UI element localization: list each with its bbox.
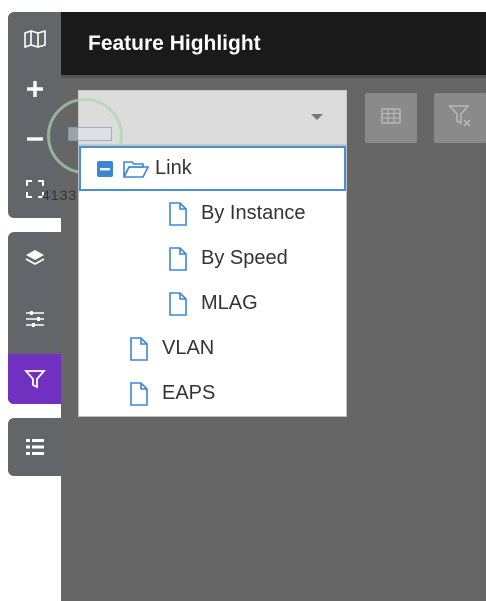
collapse-icon[interactable] <box>97 160 113 177</box>
file-icon <box>167 291 189 316</box>
map-node-label: 4133 <box>42 187 78 203</box>
tree-item-label: MLAG <box>201 292 258 314</box>
zoom-in-button[interactable] <box>8 64 61 114</box>
map-tools-group <box>8 232 61 404</box>
tree-item-vlan[interactable]: VLAN <box>79 326 346 371</box>
table-view-button[interactable] <box>365 93 417 143</box>
filter-button[interactable] <box>8 354 61 404</box>
file-icon <box>167 246 189 271</box>
tree-item-label: By Speed <box>201 247 288 269</box>
tree-item-by-speed[interactable]: By Speed <box>79 236 346 281</box>
clear-filter-button[interactable] <box>434 93 486 143</box>
tree-item-by-instance[interactable]: By Instance <box>79 191 346 236</box>
tree-item-mlag[interactable]: MLAG <box>79 281 346 326</box>
table-icon <box>381 107 401 129</box>
list-group <box>8 418 61 476</box>
zoom-in-icon <box>25 79 45 99</box>
map-node-box <box>68 127 112 141</box>
file-icon <box>128 381 150 406</box>
map-icon <box>23 29 46 49</box>
panel-title: Feature Highlight <box>88 32 261 55</box>
file-icon <box>167 201 189 226</box>
clear-filter-icon <box>447 103 473 134</box>
filter-icon <box>23 368 46 390</box>
feature-tree: Link By Instance By Speed MLAG VLAN EAPS <box>78 145 347 417</box>
tree-item-eaps[interactable]: EAPS <box>79 371 346 416</box>
settings-button[interactable] <box>8 294 61 344</box>
tree-item-link[interactable]: Link <box>79 146 346 191</box>
layers-button[interactable] <box>8 232 61 282</box>
folder-open-icon <box>123 159 149 179</box>
file-icon <box>128 336 150 361</box>
tree-item-label: VLAN <box>162 337 215 359</box>
map-button[interactable] <box>8 14 61 64</box>
zoom-out-icon <box>25 129 45 149</box>
tree-item-label: Link <box>155 157 192 179</box>
list-icon <box>25 438 45 456</box>
tree-item-label: By Instance <box>201 202 306 224</box>
sliders-icon <box>24 309 46 329</box>
chevron-down-icon[interactable] <box>311 114 323 120</box>
tree-item-label: EAPS <box>162 382 216 404</box>
layers-icon <box>24 247 46 267</box>
list-button[interactable] <box>8 422 61 472</box>
panel-header: Feature Highlight <box>61 12 486 78</box>
